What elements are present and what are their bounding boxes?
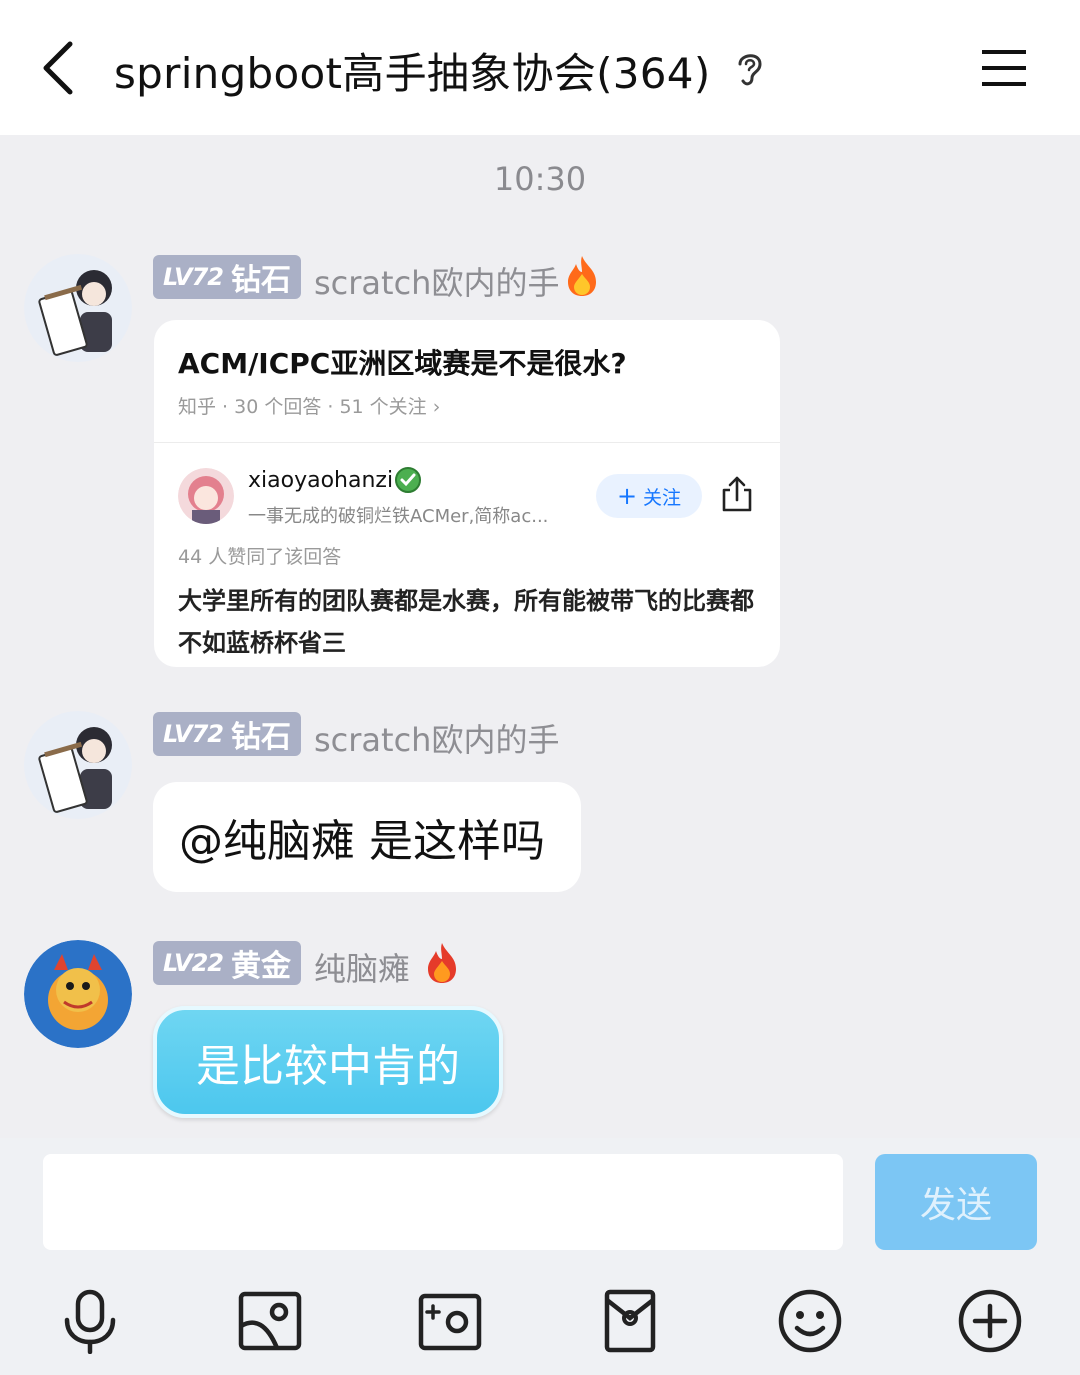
divider [154,442,780,443]
message-timestamp: 10:30 [493,160,587,198]
camera-icon[interactable] [417,1288,483,1354]
plus-icon: + [616,482,638,510]
author-name[interactable]: xiaoyaohanzi [248,468,393,493]
sender-nickname[interactable]: scratch欧内的手 [314,258,559,304]
message-bubble[interactable]: 是比较中肯的 [153,1006,503,1118]
card-question-title[interactable]: ACM/ICPC亚洲区域赛是不是很水? [178,342,627,382]
shared-answer-card[interactable]: ACM/ICPC亚洲区域赛是不是很水? 知乎 · 30 个回答 · 51 个关注… [154,320,780,667]
card-question-meta[interactable]: 知乎 · 30 个回答 · 51 个关注 › [178,392,440,419]
likes-count: 44 人赞同了该回答 [178,546,342,568]
microphone-icon[interactable] [57,1288,123,1354]
share-icon[interactable] [720,474,754,514]
sender-nickname[interactable]: scratch欧内的手 [314,715,559,761]
group-title: springboot高手抽象协会(364) [114,49,711,98]
avatar[interactable] [24,940,132,1048]
sender-nickname[interactable]: 纯脑瘫 [314,944,410,990]
avatar[interactable] [24,711,132,819]
fire-icon [428,943,456,983]
avatar[interactable] [24,254,132,362]
level-text: LV22 [163,949,224,977]
author-bio: 一事无成的破铜烂铁ACMer,简称ac... [248,506,549,527]
image-icon[interactable] [237,1288,303,1354]
level-badge: LV72 钻石 [153,712,301,756]
message-input[interactable] [43,1154,843,1250]
level-text: LV72 [163,263,224,291]
answer-excerpt: 大学里所有的团队赛都是水赛，所有能被带飞的比赛都不如蓝桥杯省三 [178,587,754,657]
level-badge: LV72 钻石 [153,255,301,299]
fire-icon [568,256,596,296]
red-packet-icon[interactable] [597,1288,663,1354]
top-bar: springboot高手抽象协会(364) [0,0,1080,135]
follow-label: 关注 [643,486,682,509]
menu-icon[interactable] [980,46,1028,90]
message-bubble[interactable]: @纯脑瘫 是这样吗 [153,782,581,892]
rank-text: 钻石 [230,263,291,298]
follow-button[interactable]: + 关注 [596,474,702,518]
verified-icon [395,467,421,493]
author-avatar[interactable] [178,468,234,524]
rank-text: 黄金 [230,949,291,984]
send-button[interactable]: 发送 [875,1154,1037,1250]
level-text: LV72 [163,720,224,748]
back-arrow-icon[interactable] [36,38,86,98]
level-badge: LV22 黄金 [153,941,301,985]
emoji-icon[interactable] [777,1288,843,1354]
plus-icon[interactable] [957,1288,1023,1354]
ear-icon[interactable] [734,48,766,88]
rank-text: 钻石 [230,720,291,755]
